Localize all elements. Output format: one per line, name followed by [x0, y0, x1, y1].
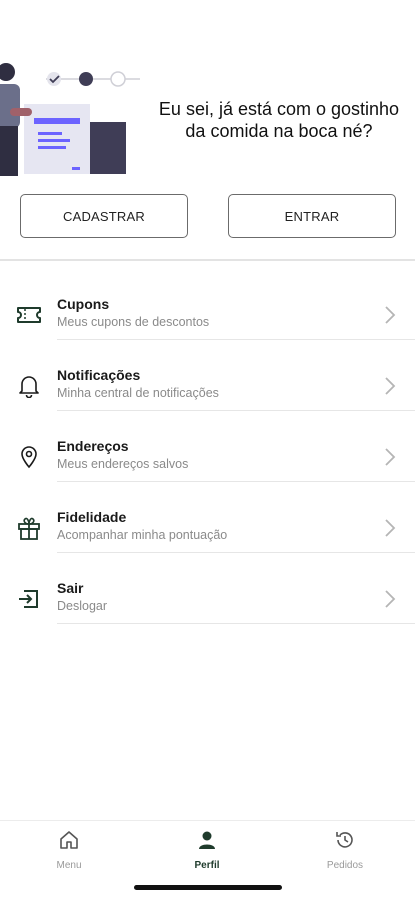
chevron-right-icon — [385, 448, 396, 466]
ticket-icon — [14, 300, 44, 330]
chevron-right-icon — [385, 519, 396, 537]
menu-item-subtitle: Meus cupons de descontos — [57, 315, 210, 329]
nav-tab-orders[interactable]: Pedidos — [276, 821, 414, 877]
history-icon — [336, 832, 353, 848]
menu-separator — [57, 552, 415, 553]
chevron-right-icon — [385, 590, 396, 608]
profile-hero: Eu sei, já está com o gostinho da comida… — [0, 0, 415, 180]
user-icon — [199, 831, 215, 849]
gift-icon — [14, 513, 44, 543]
menu-item-loyalty[interactable]: Fidelidade Acompanhar minha pontuação — [0, 503, 415, 567]
menu-separator — [57, 339, 415, 340]
home-indicator — [134, 885, 282, 890]
home-icon — [60, 831, 78, 849]
chevron-right-icon — [385, 377, 396, 395]
nav-tab-profile[interactable]: Perfil — [138, 821, 276, 877]
nav-tab-label: Perfil — [194, 860, 220, 871]
section-divider — [0, 259, 415, 261]
menu-item-subtitle: Meus endereços salvos — [57, 457, 189, 471]
logout-icon — [14, 584, 44, 614]
onboarding-illustration — [0, 63, 140, 176]
menu-item-subtitle: Deslogar — [57, 599, 108, 613]
menu-separator — [57, 481, 415, 482]
location-pin-icon — [14, 442, 44, 472]
menu-item-subtitle: Acompanhar minha pontuação — [57, 528, 228, 542]
menu-item-subtitle: Minha central de notificações — [57, 386, 219, 400]
nav-tab-label: Pedidos — [326, 860, 364, 871]
hero-message: Eu sei, já está com o gostinho da comida… — [158, 99, 400, 141]
menu-separator — [57, 410, 415, 411]
chevron-right-icon — [385, 306, 396, 324]
menu-item-title: Fidelidade — [57, 509, 127, 525]
menu-item-addresses[interactable]: Endereços Meus endereços salvos — [0, 432, 415, 496]
menu-item-logout[interactable]: Sair Deslogar — [0, 574, 415, 638]
menu-item-notifications[interactable]: Notificações Minha central de notificaçõ… — [0, 361, 415, 425]
menu-separator — [57, 623, 415, 624]
register-button[interactable]: CADASTRAR — [20, 194, 188, 238]
nav-tab-menu[interactable]: Menu — [0, 821, 138, 877]
menu-item-title: Cupons — [57, 296, 110, 312]
menu-item-title: Notificações — [57, 367, 141, 383]
menu-item-title: Sair — [57, 580, 84, 596]
login-button[interactable]: ENTRAR — [228, 194, 396, 238]
bell-icon — [14, 371, 44, 401]
menu-item-title: Endereços — [57, 438, 129, 454]
nav-tab-label: Menu — [56, 860, 82, 871]
menu-item-coupons[interactable]: Cupons Meus cupons de descontos — [0, 290, 415, 354]
